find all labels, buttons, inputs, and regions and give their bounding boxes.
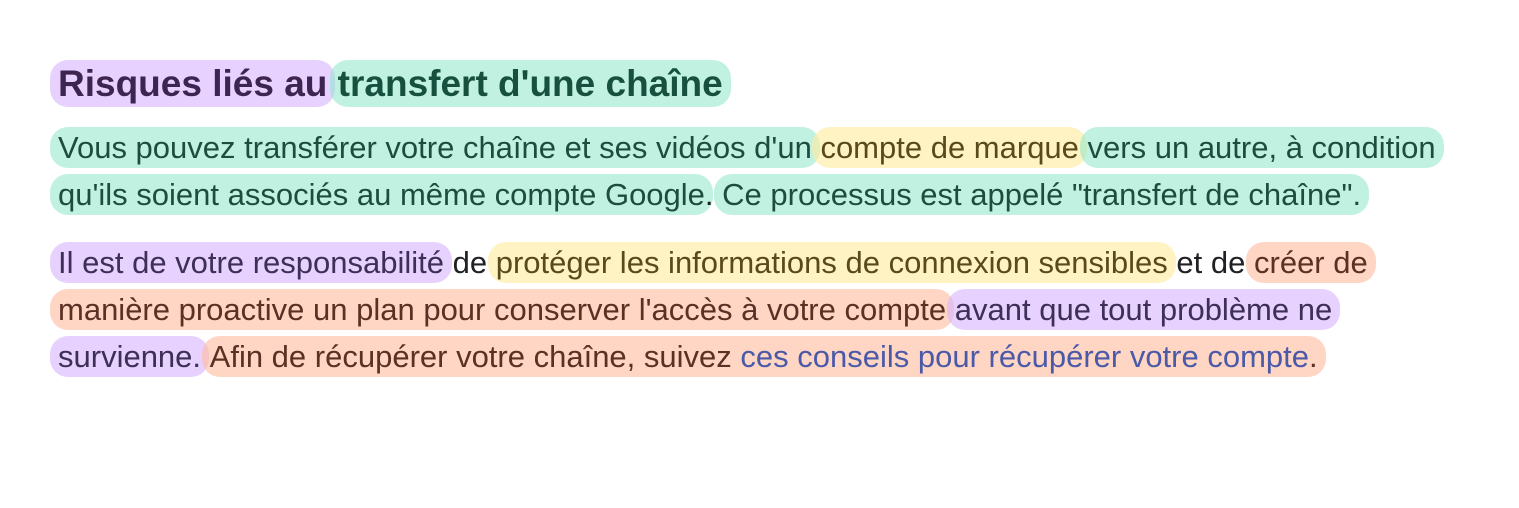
highlight-orange-recover: Afin de récupérer votre chaîne, suivez c… bbox=[201, 336, 1326, 377]
sentence-period: . bbox=[704, 177, 714, 212]
highlight-green-process: Ce processus est appelé "transfert de ch… bbox=[714, 174, 1370, 215]
highlight-purple-responsibility: Il est de votre responsabilité bbox=[50, 242, 452, 283]
plain-text-de: de bbox=[452, 245, 488, 280]
plain-text-et-de: et de bbox=[1176, 245, 1246, 280]
highlight-green-sentence: Vous pouvez transférer votre chaîne et s… bbox=[50, 127, 820, 168]
recover-text: Afin de récupérer votre chaîne, suivez bbox=[209, 339, 732, 374]
recovery-tips-link[interactable]: ces conseils pour récupérer votre compte bbox=[740, 339, 1309, 374]
highlight-yellow-protect: protéger les informations de connexion s… bbox=[487, 242, 1176, 283]
paragraph-channel-transfer: Vous pouvez transférer votre chaîne et s… bbox=[50, 124, 1478, 218]
section-heading: Risques liés au transfert d'une chaîne bbox=[50, 56, 1478, 112]
paragraph-responsibility: Il est de votre responsabilité de protég… bbox=[50, 239, 1478, 380]
final-period: . bbox=[1309, 339, 1318, 374]
heading-highlight-purple: Risques liés au bbox=[50, 60, 336, 107]
heading-highlight-green: transfert d'une chaîne bbox=[329, 60, 731, 107]
highlight-yellow-brand-account: compte de marque bbox=[812, 127, 1087, 168]
help-article-section: Risques liés au transfert d'une chaîne V… bbox=[50, 56, 1478, 380]
